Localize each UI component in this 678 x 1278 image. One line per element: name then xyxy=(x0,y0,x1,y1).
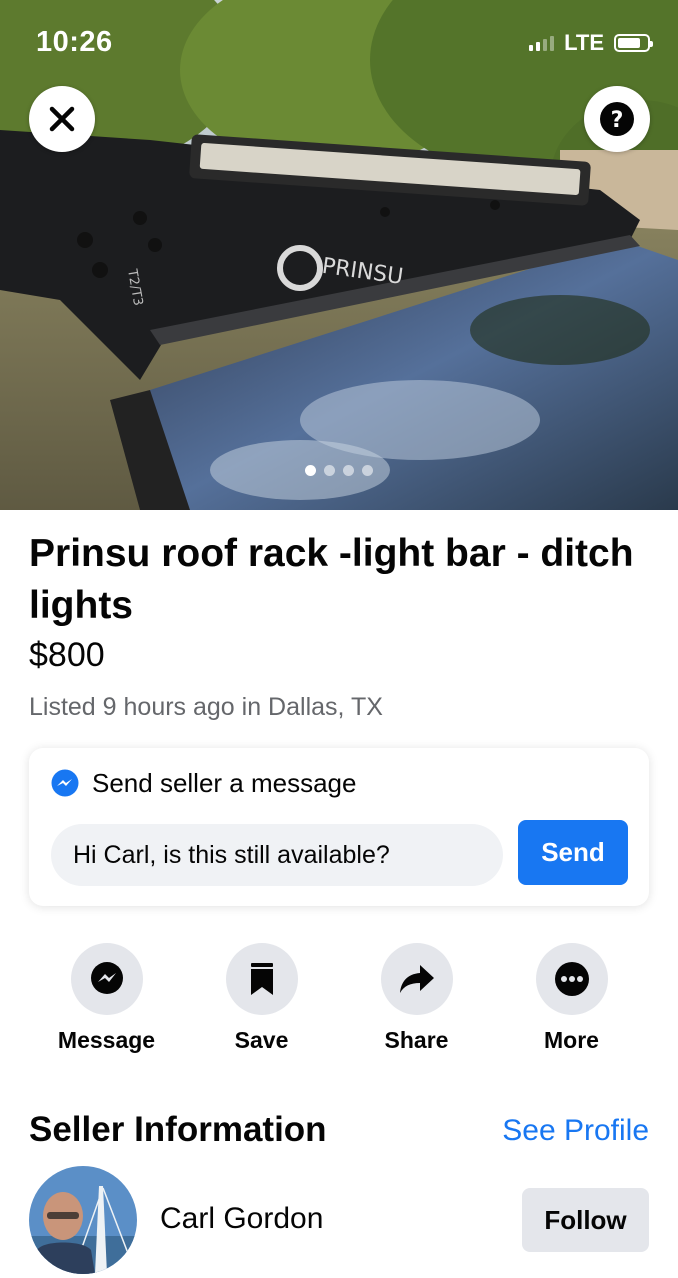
listing-actions: Message Save Share More xyxy=(29,943,649,1054)
message-action-circle[interactable] xyxy=(70,943,143,1015)
status-time: 10:26 xyxy=(36,26,113,58)
battery-level xyxy=(618,38,641,48)
carousel-dot[interactable] xyxy=(324,465,335,476)
close-button[interactable] xyxy=(29,86,95,152)
listing-photo-carousel[interactable]: PRINSU T2/T3 10:26 LTE ? xyxy=(0,0,678,510)
listing-meta: Listed 9 hours ago in Dallas, TX xyxy=(29,693,383,721)
message-seller-card: Send seller a message Send xyxy=(29,748,649,906)
seller-info-heading: Seller Information xyxy=(29,1110,327,1149)
seller-avatar[interactable] xyxy=(29,1166,137,1274)
see-profile-link[interactable]: See Profile xyxy=(502,1114,649,1148)
message-card-heading: Send seller a message xyxy=(92,768,357,798)
share-action[interactable]: Share xyxy=(339,943,494,1054)
carousel-dot[interactable] xyxy=(343,465,354,476)
share-action-circle[interactable] xyxy=(380,943,453,1015)
message-card-header: Send seller a message xyxy=(50,768,356,799)
seller-avatar-image xyxy=(29,1166,137,1274)
listing-title: Prinsu roof rack -light bar - ditch ligh… xyxy=(29,532,634,627)
status-indicators: LTE xyxy=(529,30,653,56)
more-icon xyxy=(554,962,589,996)
more-action-label: More xyxy=(544,1027,599,1053)
network-type: LTE xyxy=(564,30,604,55)
help-button[interactable]: ? xyxy=(584,86,650,152)
share-action-label: Share xyxy=(384,1027,449,1053)
svg-text:?: ? xyxy=(611,108,624,133)
battery-icon xyxy=(614,34,653,52)
more-action[interactable]: More xyxy=(494,943,649,1054)
messenger-icon xyxy=(90,962,123,994)
more-action-circle[interactable] xyxy=(535,943,608,1015)
listing-price: $800 xyxy=(29,636,105,674)
carousel-dot[interactable] xyxy=(305,465,316,476)
save-action-label: Save xyxy=(234,1027,289,1053)
status-bar: 10:26 LTE xyxy=(0,0,678,84)
message-action-label: Message xyxy=(57,1027,156,1053)
bookmark-icon xyxy=(250,963,273,995)
question-icon: ? xyxy=(600,102,634,136)
share-icon xyxy=(399,965,434,993)
messenger-icon xyxy=(51,769,79,796)
seller-name[interactable]: Carl Gordon xyxy=(160,1202,323,1236)
close-icon xyxy=(49,106,75,132)
cellular-signal-icon xyxy=(529,35,555,51)
send-button[interactable]: Send xyxy=(518,820,628,885)
message-input[interactable] xyxy=(51,824,503,886)
follow-button[interactable]: Follow xyxy=(522,1188,649,1252)
save-action-circle[interactable] xyxy=(225,943,298,1015)
message-action[interactable]: Message xyxy=(29,943,184,1054)
carousel-indicator xyxy=(0,465,678,476)
carousel-dot[interactable] xyxy=(362,465,373,476)
save-action[interactable]: Save xyxy=(184,943,339,1054)
